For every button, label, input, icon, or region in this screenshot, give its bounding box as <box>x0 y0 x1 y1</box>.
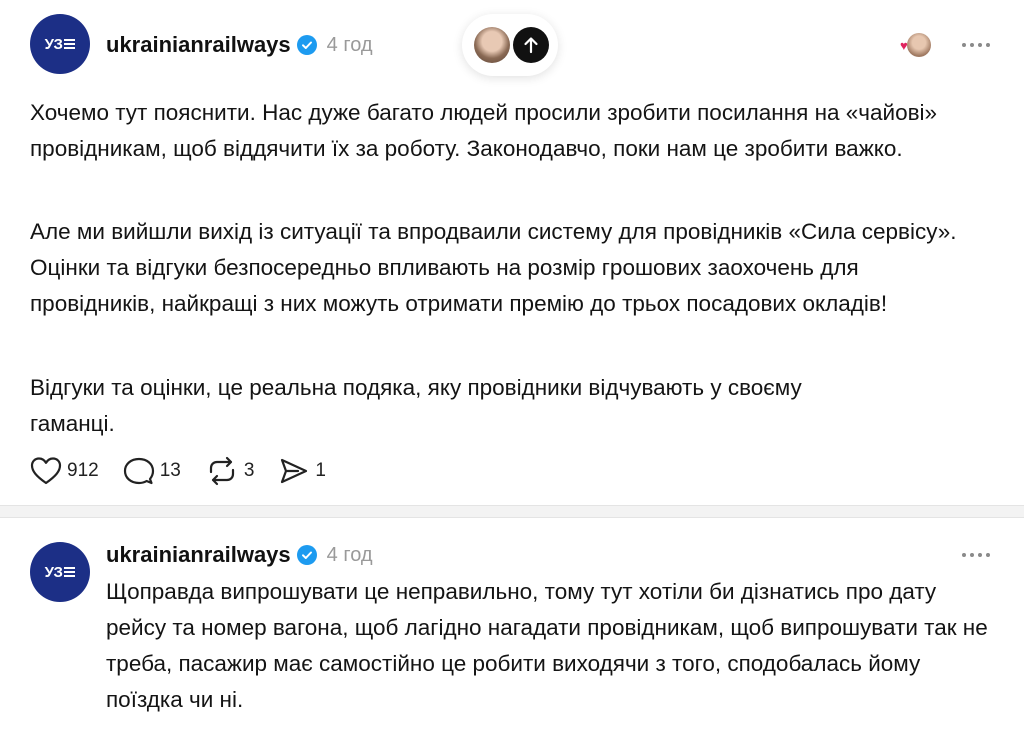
post-2: УЗ ukrainianrailways 4 год Щоправда випр… <box>0 518 1024 730</box>
reply-text: Щоправда випрошувати це неправильно, том… <box>106 579 988 712</box>
arrow-up-icon[interactable] <box>513 27 549 63</box>
post-paragraph-2: Але ми вийшли вихід із ситуації та впрод… <box>30 219 957 316</box>
avatar[interactable]: УЗ <box>30 14 90 74</box>
verified-icon <box>296 545 317 565</box>
logo-bars-icon <box>64 565 76 579</box>
like-count: 912 <box>67 460 99 481</box>
comment-button[interactable]: 13 <box>123 456 181 486</box>
share-icon <box>281 458 308 484</box>
user-avatar-thumbnail <box>474 27 510 63</box>
username[interactable]: ukrainianrailways <box>106 542 291 568</box>
username[interactable]: ukrainianrailways <box>106 32 291 58</box>
post-time: 4 год <box>326 33 373 56</box>
repost-icon <box>209 456 234 486</box>
logo-bars-icon <box>64 37 76 51</box>
scroll-to-top-pill[interactable] <box>462 14 558 76</box>
more-icon[interactable] <box>962 553 990 557</box>
verified-icon <box>296 35 317 55</box>
heart-badge-icon: ♥ <box>900 38 908 53</box>
comment-icon <box>123 457 154 485</box>
share-count: 1 <box>315 460 326 481</box>
post-time: 4 год <box>326 543 373 566</box>
avatar-logo-text: УЗ <box>44 563 63 581</box>
post-paragraph-1: Хочемо тут пояснити. Нас дуже багато люд… <box>30 100 938 161</box>
post-header: ukrainianrailways 4 год <box>106 30 373 60</box>
like-button[interactable]: 912 <box>30 456 99 486</box>
more-icon[interactable] <box>962 43 990 47</box>
heart-icon <box>30 457 62 485</box>
post-1: УЗ ukrainianrailways 4 год ♥ Хочемо тут … <box>0 0 1024 505</box>
post-divider <box>0 505 1024 518</box>
avatar[interactable]: УЗ <box>30 542 90 602</box>
repost-button[interactable]: 3 <box>205 456 255 486</box>
avatar-logo-text: УЗ <box>44 35 63 53</box>
repost-count: 3 <box>243 460 255 481</box>
share-button[interactable]: 1 <box>278 456 326 486</box>
comment-count: 13 <box>159 460 181 481</box>
post-actions: 912 13 3 1 <box>30 456 350 486</box>
post-paragraph-3: Відгуки та оцінки, це реальна подяка, як… <box>30 375 802 436</box>
post-header: ukrainianrailways 4 год <box>106 540 373 570</box>
reactor-avatar[interactable]: ♥ <box>900 33 931 57</box>
